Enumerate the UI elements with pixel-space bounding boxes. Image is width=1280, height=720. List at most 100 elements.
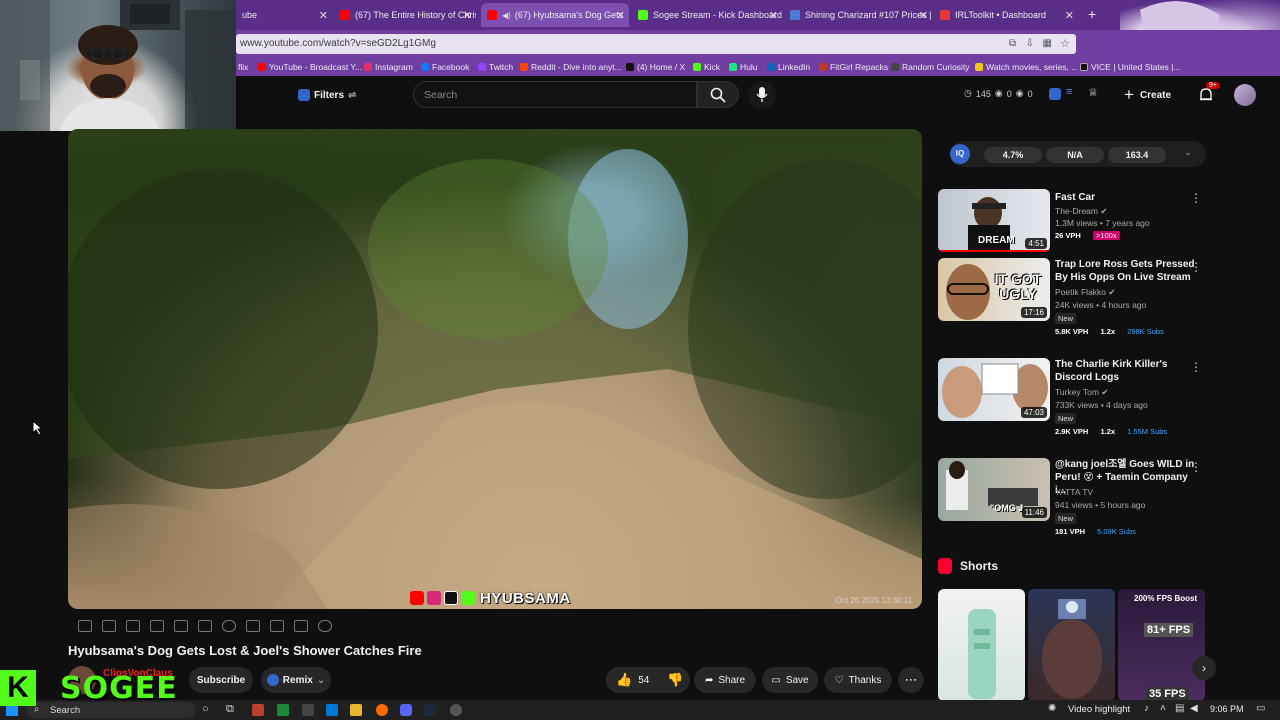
filters-button[interactable]: Filters ⇌ bbox=[292, 83, 358, 107]
excel-app-icon[interactable] bbox=[277, 704, 289, 716]
bookmark-item[interactable]: Random Curiosity bbox=[891, 62, 970, 72]
video-thumbnail[interactable]: 47:03 bbox=[938, 358, 1050, 421]
tab-close-icon[interactable]: ✕ bbox=[769, 9, 778, 22]
thumbs-up-icon[interactable]: 👍 bbox=[616, 672, 632, 688]
extension-icon[interactable]: ▦ bbox=[1043, 38, 1052, 49]
mic-icon[interactable]: ♪ bbox=[1144, 703, 1149, 714]
recommendation-title[interactable]: Trap Lore Ross Gets Pressed By His Opps … bbox=[1055, 258, 1195, 284]
recommendation-item[interactable]: DREAM 4:51 Fast Car The-Dream ✔ 1.3M vie… bbox=[938, 189, 1206, 252]
video-thumbnail[interactable]: "OMG J 11:46 bbox=[938, 458, 1050, 521]
task-view-icon[interactable]: ○ bbox=[202, 703, 209, 715]
bookmark-item[interactable]: Kick bbox=[693, 62, 720, 72]
recommendation-title[interactable]: Fast Car bbox=[1055, 191, 1195, 204]
volume-icon[interactable]: ◀ bbox=[1190, 703, 1198, 714]
miniplayer-icon[interactable] bbox=[126, 620, 140, 632]
bookmark-item[interactable]: Instagram bbox=[364, 62, 413, 72]
address-bar[interactable]: www.youtube.com/watch?v=seGD2Lg1GMg ⧉ ⇩ … bbox=[236, 34, 1076, 54]
clock-time[interactable]: 9:06 PM bbox=[1210, 704, 1244, 714]
thumbs-down-icon[interactable]: 👎 bbox=[667, 672, 683, 688]
notifications-button[interactable]: 9+ bbox=[1198, 82, 1220, 105]
browser-tab[interactable]: (67) The Entire History of Chris ✕ bbox=[334, 3, 476, 27]
speed-icon[interactable] bbox=[222, 620, 236, 632]
avatar[interactable] bbox=[1234, 84, 1256, 106]
search-input[interactable]: Search bbox=[413, 81, 697, 108]
browser-tab[interactable]: ube ✕ bbox=[236, 3, 332, 27]
channel-name[interactable]: YATTA TV bbox=[1055, 487, 1093, 497]
search-button[interactable] bbox=[697, 81, 739, 108]
loop-icon[interactable] bbox=[78, 620, 92, 632]
firefox-app-icon[interactable] bbox=[376, 704, 388, 716]
bookmark-item[interactable]: Watch movies, series, ... bbox=[975, 62, 1078, 72]
tab-close-icon[interactable]: ✕ bbox=[319, 9, 328, 22]
subscribe-button[interactable]: Subscribe bbox=[189, 667, 253, 693]
remix-button[interactable]: Remix ⌄ bbox=[261, 667, 331, 693]
tab-close-icon[interactable]: ✕ bbox=[1065, 9, 1074, 22]
award-icon[interactable]: ♕ bbox=[1088, 86, 1098, 99]
bookmark-item[interactable]: LinkedIn bbox=[767, 62, 810, 72]
iq-extension-icon[interactable] bbox=[1049, 88, 1061, 100]
chevron-up-icon[interactable]: ˄ bbox=[1160, 703, 1166, 714]
video-highlight-icon[interactable]: ✺ bbox=[1048, 703, 1056, 714]
speaker-icon[interactable]: ◀) bbox=[502, 11, 511, 20]
thanks-button[interactable]: ♡ Thanks bbox=[824, 667, 892, 693]
steam-app-icon[interactable] bbox=[424, 704, 436, 716]
screenshot-icon[interactable]: ⧉ bbox=[1009, 38, 1016, 49]
browser-tab-active[interactable]: ◀) (67) Hyubsama's Dog Gets ✕ bbox=[481, 3, 629, 27]
browser-tab[interactable]: Shining Charizard #107 Prices | ✕ bbox=[784, 3, 932, 27]
video-thumbnail[interactable]: DREAM 4:51 bbox=[938, 189, 1050, 252]
browser-tab[interactable]: IRLToolkit • Dashboard ✕ bbox=[934, 3, 1078, 27]
short-item[interactable] bbox=[938, 589, 1025, 701]
bookmark-item[interactable]: flix bbox=[238, 62, 248, 72]
short-item[interactable] bbox=[1028, 589, 1115, 701]
more-options-icon[interactable]: ⋮ bbox=[1190, 360, 1202, 374]
screen-icon[interactable] bbox=[198, 620, 212, 632]
browser-app-icon[interactable] bbox=[252, 704, 264, 716]
channel-name[interactable]: The-Dream bbox=[1055, 206, 1098, 216]
network-icon[interactable]: ▤ bbox=[1175, 703, 1184, 714]
bookmark-item[interactable]: Twitch bbox=[478, 62, 513, 72]
tab-close-icon[interactable]: ✕ bbox=[463, 9, 472, 22]
theater-icon[interactable] bbox=[174, 620, 188, 632]
bookmark-item[interactable]: (4) Home / X bbox=[626, 62, 685, 72]
short-item[interactable]: 200% FPS Boost 81+ FPS 35 FPS bbox=[1118, 589, 1205, 701]
create-button[interactable]: + Create bbox=[1124, 81, 1194, 109]
outlook-app-icon[interactable] bbox=[326, 704, 338, 716]
share-button[interactable]: ➦ Share bbox=[694, 667, 756, 693]
tab-close-icon[interactable]: ✕ bbox=[616, 9, 625, 22]
bookmark-item[interactable]: Reddit - Dive into anyt... bbox=[520, 62, 622, 72]
app-icon[interactable] bbox=[302, 704, 314, 716]
more-options-icon[interactable]: ⋮ bbox=[1190, 260, 1202, 274]
obs-app-icon[interactable] bbox=[450, 704, 462, 716]
bookmark-item[interactable]: Hulu bbox=[729, 62, 757, 72]
video-thumbnail[interactable]: IT GOT UGLY 17:16 bbox=[938, 258, 1050, 321]
discord-app-icon[interactable] bbox=[400, 704, 412, 716]
bookmark-star-icon[interactable]: ☆ bbox=[1060, 37, 1070, 50]
recommendation-title[interactable]: The Charlie Kirk Killer's Discord Logs bbox=[1055, 358, 1195, 384]
clip-icon[interactable] bbox=[150, 620, 164, 632]
chevron-down-icon[interactable]: ⌄ bbox=[1184, 147, 1192, 158]
video-highlight-label[interactable]: Video highlight bbox=[1068, 704, 1130, 715]
voice-search-button[interactable] bbox=[748, 81, 776, 109]
bookmark-item[interactable]: VICE | United States |... bbox=[1080, 62, 1180, 72]
recommendation-item[interactable]: IT GOT UGLY 17:16 Trap Lore Ross Gets Pr… bbox=[938, 258, 1206, 348]
pip-icon[interactable] bbox=[246, 620, 260, 632]
bookmark-item[interactable]: YouTube - Broadcast Y... bbox=[258, 62, 362, 72]
bookmark-item[interactable]: FitGirl Repacks bbox=[819, 62, 888, 72]
channel-name[interactable]: Turkey Tom bbox=[1055, 387, 1099, 397]
download-icon[interactable]: ⇩ bbox=[1026, 38, 1034, 49]
recommendation-item[interactable]: "OMG J 11:46 @kang joel조엘 Goes WILD in P… bbox=[938, 458, 1206, 548]
keyboard-icon[interactable] bbox=[294, 620, 308, 632]
browser-tab[interactable]: Sogee Stream - Kick Dashboard ✕ bbox=[632, 3, 782, 27]
new-tab-button[interactable]: + bbox=[1088, 6, 1096, 22]
video-player[interactable]: Oct 26 2025 13:30:11 bbox=[68, 129, 922, 609]
audio-icon[interactable] bbox=[102, 620, 116, 632]
bookmark-item[interactable]: Facebook bbox=[421, 62, 469, 72]
camera-icon[interactable] bbox=[270, 620, 284, 632]
shorts-next-button[interactable]: › bbox=[1192, 656, 1216, 680]
recommendation-item[interactable]: 47:03 The Charlie Kirk Killer's Discord … bbox=[938, 358, 1206, 448]
save-button[interactable]: ▭ Save bbox=[762, 667, 818, 693]
settings-gear-icon[interactable] bbox=[318, 620, 332, 632]
file-explorer-icon[interactable] bbox=[350, 704, 362, 716]
tab-close-icon[interactable]: ✕ bbox=[919, 9, 928, 22]
more-options-icon[interactable]: ⋮ bbox=[1190, 191, 1202, 205]
